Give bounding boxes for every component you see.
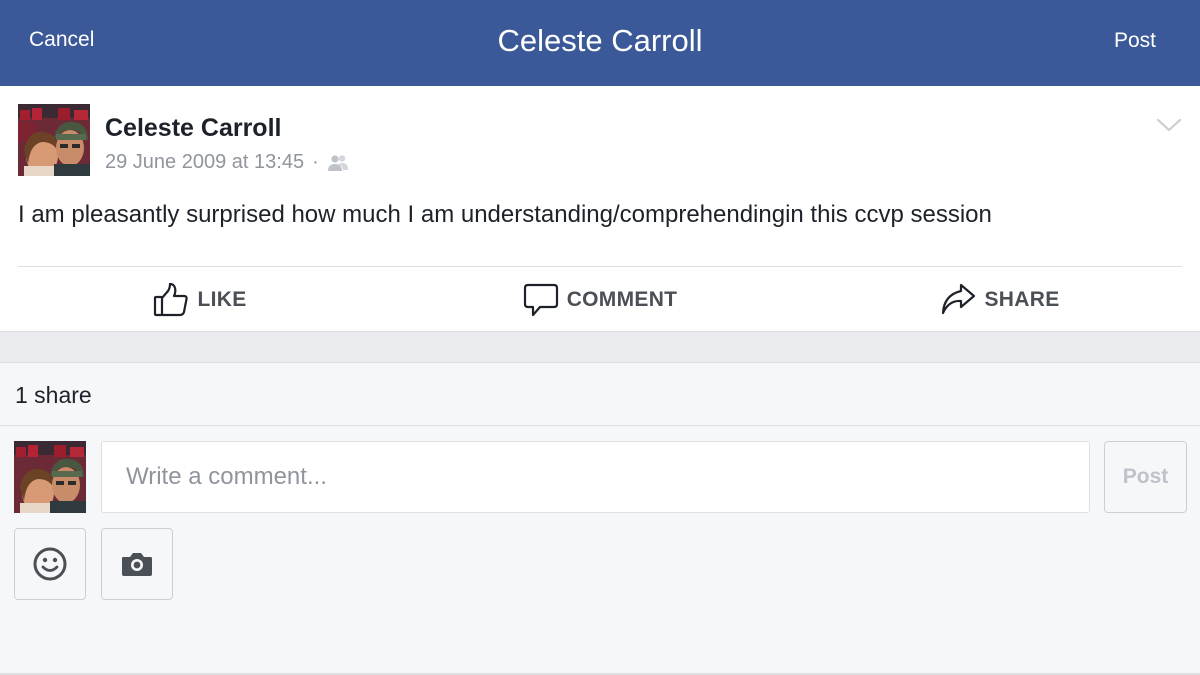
share-icon: [942, 283, 976, 314]
like-button[interactable]: LIKE: [0, 267, 400, 332]
emoji-button[interactable]: [14, 528, 86, 600]
post-timestamp[interactable]: 29 June 2009 at 13:45: [105, 151, 304, 174]
share-count[interactable]: 1 share: [15, 382, 92, 409]
comment-post-button[interactable]: Post: [1104, 441, 1187, 513]
like-label: LIKE: [197, 287, 247, 311]
share-label: SHARE: [984, 287, 1060, 311]
friends-icon[interactable]: [327, 154, 349, 172]
author-avatar[interactable]: [18, 104, 90, 176]
post-meta: 29 June 2009 at 13:45 ·: [105, 151, 349, 174]
page-title: Celeste Carroll: [497, 23, 703, 58]
meta-separator: ·: [312, 151, 319, 173]
section-separator: [0, 332, 1200, 363]
emoji-icon: [33, 547, 67, 581]
post-text: I am pleasantly surprised how much I am …: [18, 201, 992, 228]
share-count-row: 1 share: [0, 363, 1200, 426]
post-action-bar: LIKE COMMENT SHARE: [0, 267, 1200, 332]
top-nav-bar: Cancel Celeste Carroll Post: [0, 0, 1200, 86]
share-button[interactable]: SHARE: [800, 267, 1200, 332]
post-card: Celeste Carroll 29 June 2009 at 13:45 · …: [0, 86, 1200, 332]
comment-icon: [523, 283, 558, 316]
comment-input[interactable]: [101, 441, 1090, 513]
chevron-down-icon[interactable]: [1156, 116, 1182, 134]
camera-icon: [122, 553, 152, 576]
comment-label: COMMENT: [566, 287, 678, 311]
comment-button[interactable]: COMMENT: [400, 267, 800, 332]
thumbs-up-icon: [154, 282, 189, 316]
post-button[interactable]: Post: [1114, 29, 1156, 53]
author-name[interactable]: Celeste Carroll: [105, 114, 281, 143]
composer-avatar: [14, 441, 86, 513]
camera-button[interactable]: [101, 528, 173, 600]
